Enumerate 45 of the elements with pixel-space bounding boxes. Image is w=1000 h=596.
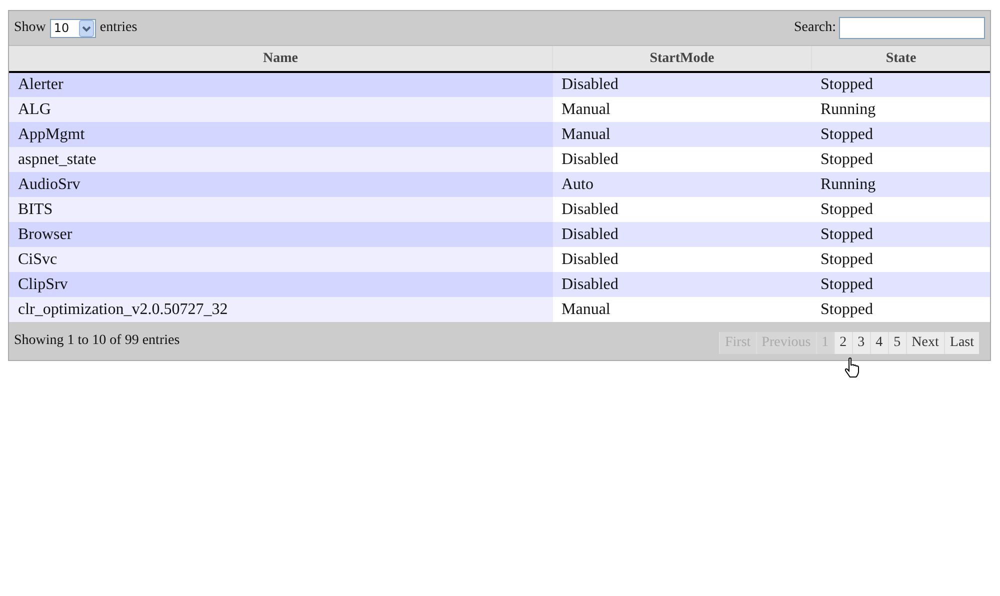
table-cell: AppMgmt [9, 122, 552, 147]
table-cell: clr_optimization_v2.0.50727_32 [9, 297, 552, 322]
entries-label: entries [100, 20, 138, 36]
entries-dropdown[interactable]: 10 [50, 18, 96, 38]
table-cell: Disabled [552, 222, 812, 247]
column-header[interactable]: Name [9, 46, 552, 72]
table-cell: Manual [552, 122, 812, 147]
table-cell: Disabled [552, 197, 812, 222]
table-cell: CiSvc [9, 247, 552, 272]
table-cell: Stopped [812, 247, 990, 272]
table-cell: ClipSrv [9, 272, 552, 297]
info-text: Showing 1 to 10 of 99 entries [14, 333, 180, 349]
table-cell: Auto [552, 172, 812, 197]
table-cell: Stopped [812, 222, 990, 247]
column-header[interactable]: State [812, 46, 990, 72]
hand-cursor-icon [844, 357, 860, 378]
table-cell: Running [812, 172, 990, 197]
table-cell: aspnet_state [9, 147, 552, 172]
table-cell: Stopped [812, 197, 990, 222]
column-header[interactable]: StartMode [552, 46, 812, 72]
search-field[interactable] [839, 17, 985, 39]
pagination-button[interactable]: 2 [834, 332, 852, 354]
table-cell: AudioSrv [9, 172, 552, 197]
table-cell: Stopped [812, 122, 990, 147]
table-cell: Alerter [9, 72, 552, 97]
pagination-button[interactable]: 4 [870, 332, 888, 354]
table-cell: BITS [9, 197, 552, 222]
table-cell: Stopped [812, 147, 990, 172]
pagination-button[interactable]: 3 [852, 332, 870, 354]
search-label: Search: [794, 20, 836, 36]
pagination-button[interactable]: Last [944, 332, 979, 354]
pagination-button[interactable]: 5 [888, 332, 906, 354]
table-cell: Running [812, 97, 990, 122]
table-cell: Stopped [812, 272, 990, 297]
table-cell: Manual [552, 297, 812, 322]
table-cell: Disabled [552, 247, 812, 272]
table-cell: Browser [9, 222, 552, 247]
table-cell: Disabled [552, 147, 812, 172]
show-label: Show [14, 20, 46, 36]
table-cell: Disabled [552, 272, 812, 297]
pagination-button[interactable]: Next [906, 332, 944, 354]
table-cell: Manual [552, 97, 812, 122]
table-cell: Disabled [552, 72, 812, 97]
table-cell: ALG [9, 97, 552, 122]
table-cell: Stopped [812, 72, 990, 97]
